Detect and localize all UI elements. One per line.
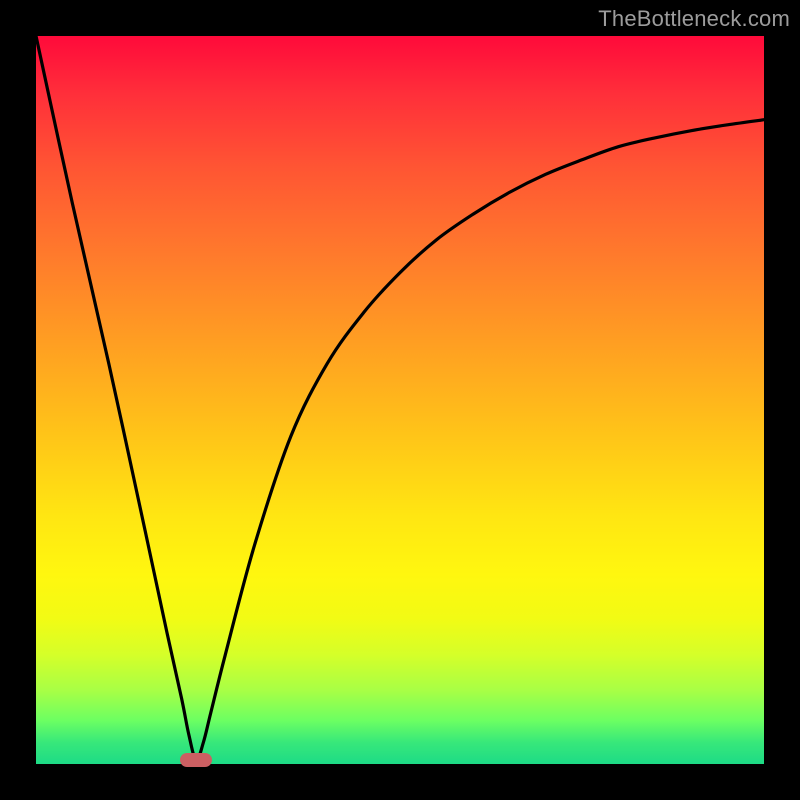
- watermark-label: TheBottleneck.com: [598, 6, 790, 32]
- plot-area: [36, 36, 764, 764]
- curve-svg: [36, 36, 764, 764]
- bottleneck-curve: [36, 36, 764, 760]
- optimal-marker: [180, 753, 212, 767]
- chart-frame: TheBottleneck.com: [0, 0, 800, 800]
